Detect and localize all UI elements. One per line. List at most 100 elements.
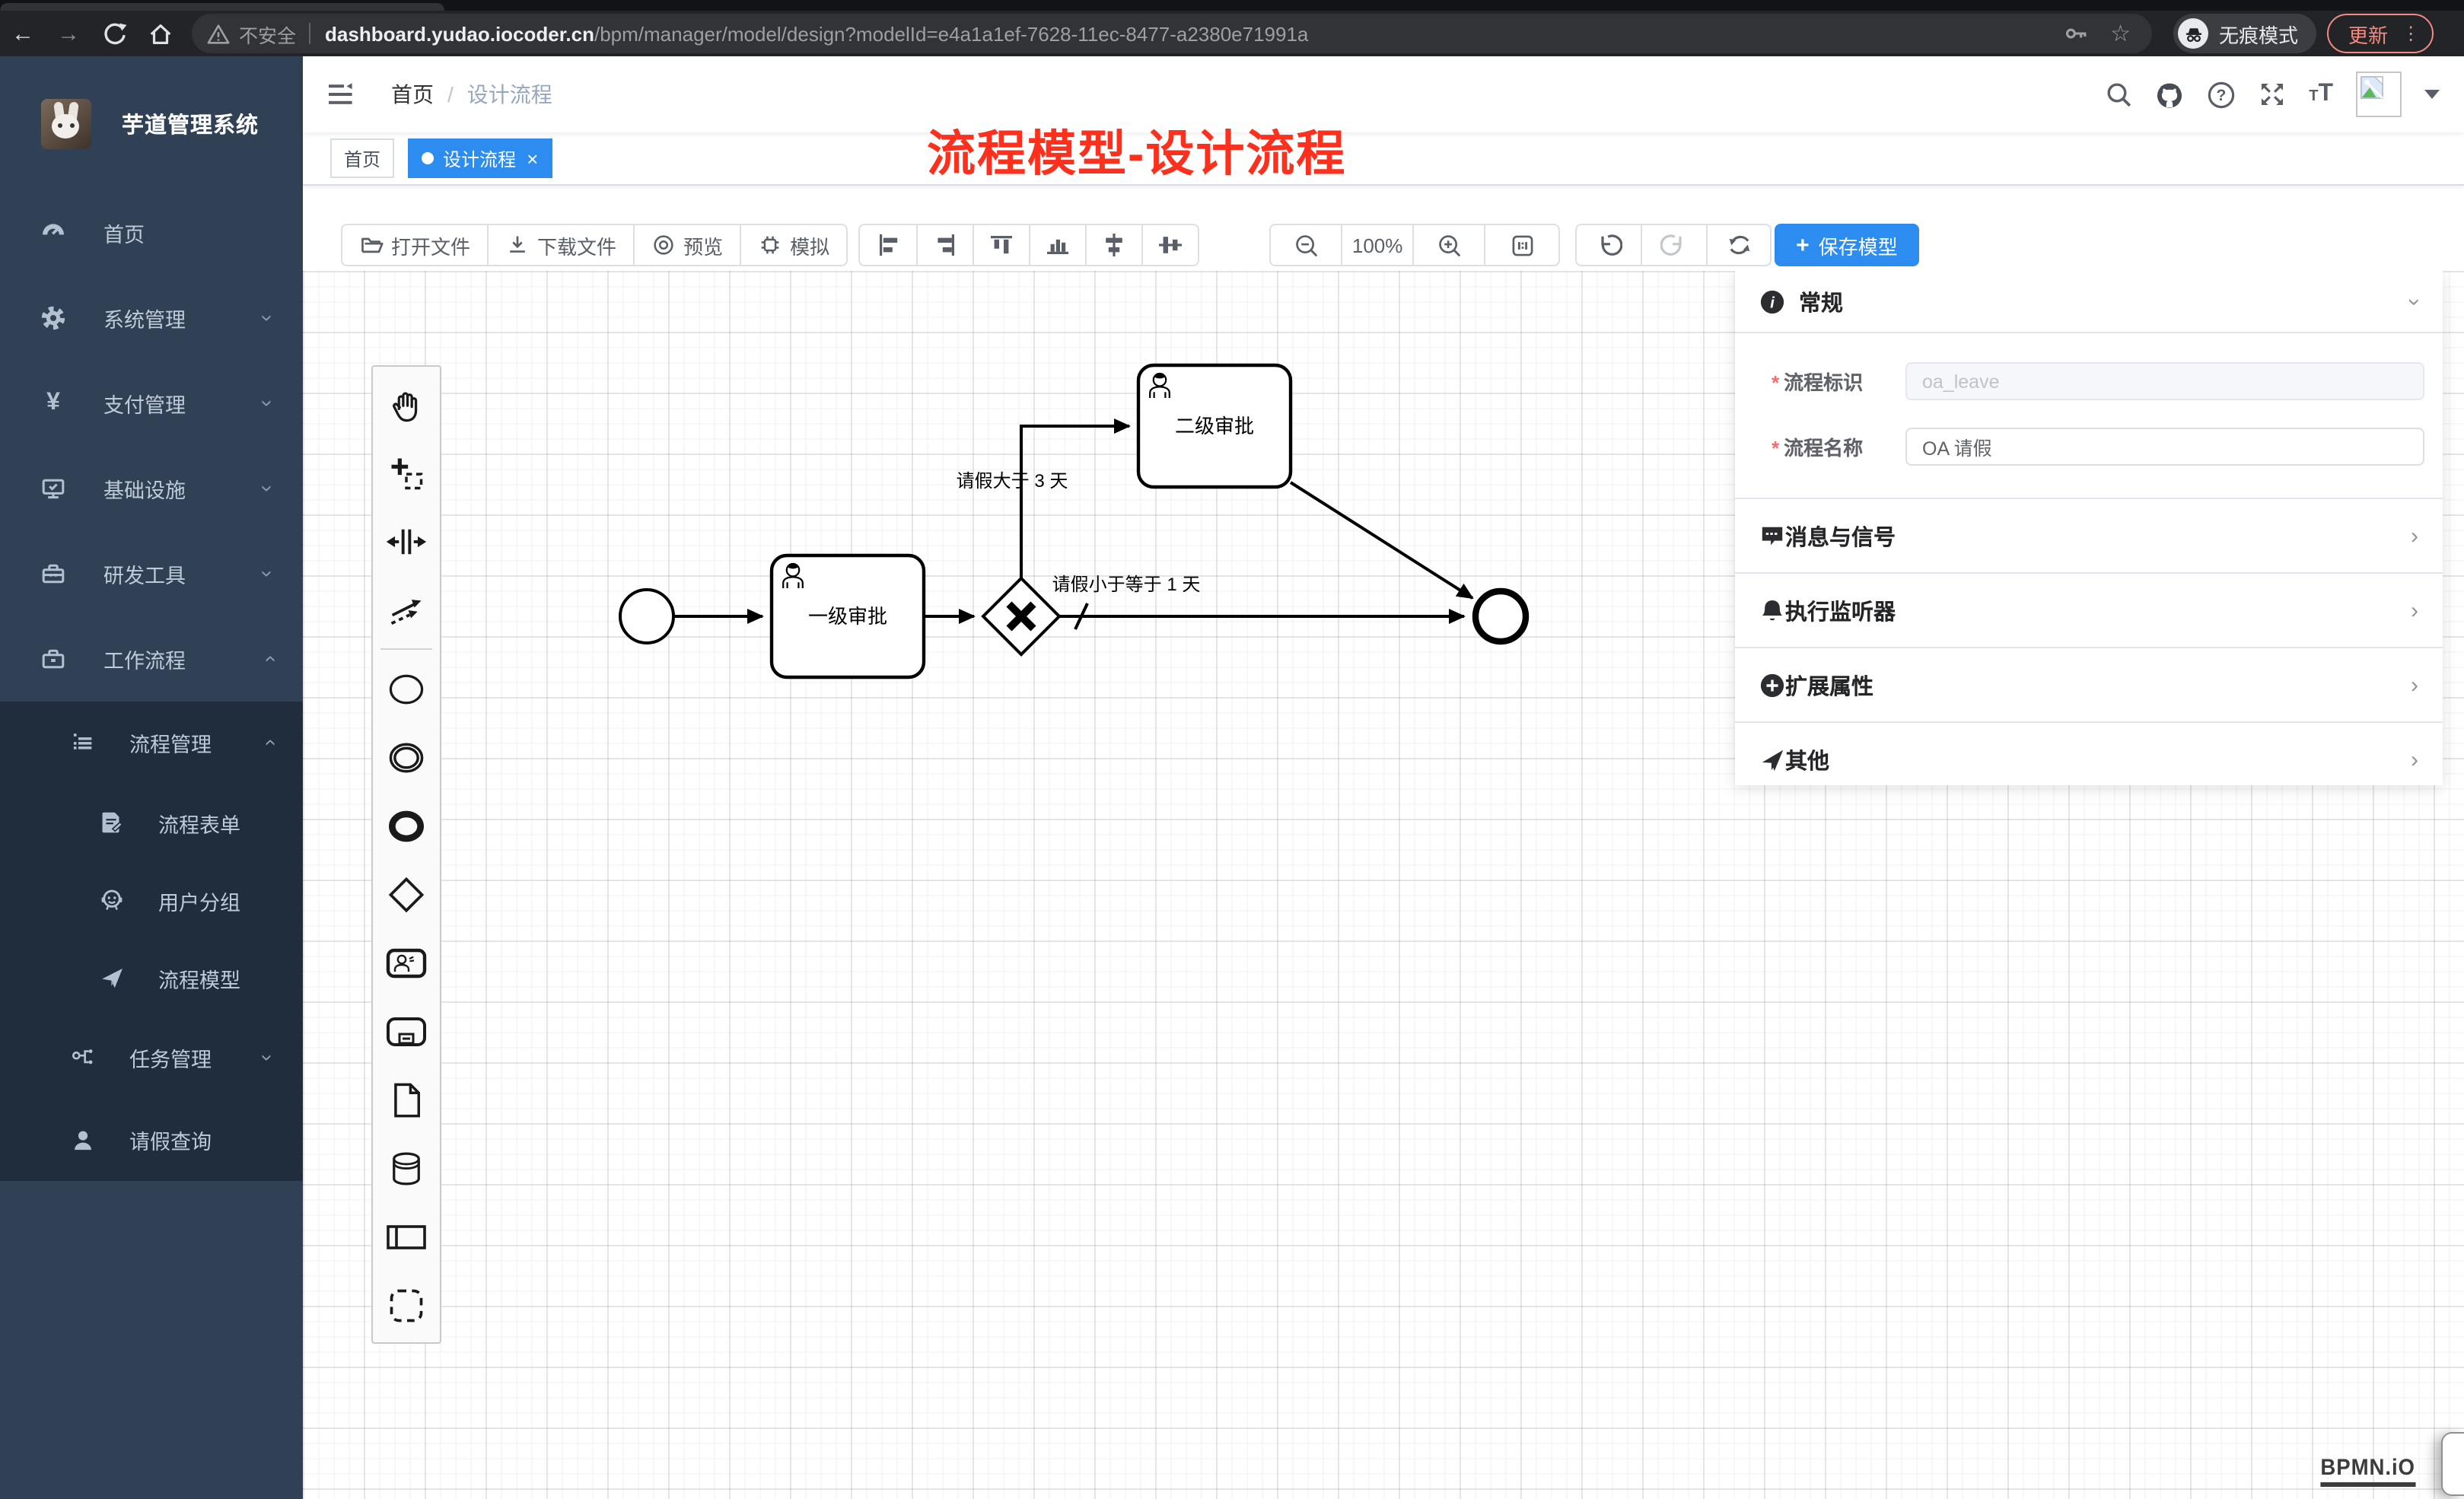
zoom-in-button[interactable] [1412, 225, 1484, 265]
exclusive-gateway-node[interactable] [983, 578, 1059, 654]
flow-gateway-to-task2[interactable] [1021, 426, 1129, 578]
sidebar-item-process-mgmt[interactable]: 流程管理 › [0, 702, 303, 784]
create-subprocess-icon[interactable] [373, 997, 440, 1065]
not-secure-warning-icon [207, 22, 230, 45]
bpmn-io-logo[interactable]: BPMN.iO [2321, 1455, 2416, 1487]
chevron-right-icon: › [2411, 597, 2418, 623]
panel-section-listeners[interactable]: 执行监听器 › [1735, 574, 2443, 647]
task1-label: 一级审批 [808, 605, 887, 628]
sidebar-item-home[interactable]: 首页 [0, 190, 303, 275]
send-icon [1759, 746, 1785, 772]
sidebar-item-task-mgmt[interactable]: 任务管理 › [0, 1017, 303, 1099]
broken-image-icon [2361, 76, 2383, 99]
panel-section-extensions[interactable]: 扩展属性 › [1735, 648, 2443, 721]
avatar-caret-icon[interactable] [2424, 90, 2440, 99]
user-task-2-node[interactable]: 二级审批 [1138, 365, 1291, 487]
sidebar-item-infra[interactable]: 基础设施 › [0, 446, 303, 531]
panel-section-messages[interactable]: 消息与信号 › [1735, 499, 2443, 572]
redo-button[interactable] [1641, 225, 1706, 265]
chevron-up-icon: › [256, 739, 281, 746]
flow-task2-to-end[interactable] [1291, 482, 1472, 598]
create-data-object-icon[interactable] [373, 1065, 440, 1134]
create-intermediate-event-icon[interactable] [373, 723, 440, 791]
user-task-1-node[interactable]: 一级审批 [772, 555, 924, 677]
help-icon[interactable]: ? [2207, 80, 2236, 109]
bookmark-star-icon[interactable]: ☆ [2110, 20, 2131, 47]
tab-close-icon[interactable]: × [527, 148, 538, 168]
tab-home[interactable]: 首页 [330, 138, 394, 178]
sidebar-item-leave-query[interactable]: 请假查询 [0, 1099, 303, 1181]
create-gateway-icon[interactable] [373, 860, 440, 928]
yen-icon: ¥ [40, 390, 67, 417]
open-file-button[interactable]: 打开文件 [342, 225, 487, 265]
start-event-node[interactable] [620, 590, 673, 643]
forward-icon[interactable]: → [46, 21, 91, 46]
avatar[interactable] [2356, 72, 2402, 117]
create-data-store-icon[interactable] [373, 1134, 440, 1202]
font-size-icon[interactable]: TT [2309, 81, 2333, 108]
align-left-button[interactable] [860, 225, 916, 265]
end-event-node[interactable] [1476, 591, 1526, 641]
plus-icon: + [1796, 232, 1810, 258]
create-start-event-icon[interactable] [373, 654, 440, 723]
chevron-down-icon: › [256, 314, 281, 321]
address-bar[interactable]: 不安全 dashboard.yudao.iocoder.cn/bpm/manag… [192, 14, 2152, 53]
sidebar-item-user-group[interactable]: 用户分组 [0, 861, 303, 939]
sidebar-item-process-form[interactable]: 流程表单 [0, 784, 303, 861]
toolbox-icon [40, 560, 67, 587]
create-participant-icon[interactable] [373, 1202, 440, 1271]
tab-design-process[interactable]: 设计流程 × [408, 138, 552, 178]
home-icon[interactable] [137, 21, 183, 46]
github-icon[interactable] [2155, 80, 2184, 109]
save-model-button[interactable]: + 保存模型 [1775, 224, 1919, 266]
undo-button[interactable] [1577, 225, 1641, 265]
chevron-down-icon: › [256, 399, 281, 406]
global-connect-tool-icon[interactable] [373, 575, 440, 644]
breadcrumb-home[interactable]: 首页 [391, 79, 434, 110]
browser-menu-icon[interactable]: ⋮ [2402, 23, 2420, 44]
panel-section-general[interactable]: i 常规 › [1735, 271, 2443, 332]
preview-button[interactable]: 预览 [633, 225, 740, 265]
sidebar-collapse-icon[interactable] [326, 81, 355, 108]
zoom-out-button[interactable] [1271, 225, 1341, 265]
process-key-input[interactable] [1905, 362, 2424, 400]
align-middle-button[interactable] [1141, 225, 1198, 265]
align-center-button[interactable] [1085, 225, 1141, 265]
space-tool-icon[interactable] [373, 507, 440, 575]
create-end-event-icon[interactable] [373, 791, 440, 860]
process-name-input[interactable] [1905, 428, 2424, 466]
sidebar-item-payment[interactable]: ¥ 支付管理 › [0, 361, 303, 446]
simulate-button[interactable]: 模拟 [740, 225, 846, 265]
create-group-icon[interactable] [373, 1271, 440, 1339]
browser-update-button[interactable]: 更新 ⋮ [2327, 14, 2434, 53]
chevron-down-icon: › [256, 1054, 281, 1061]
reset-zoom-button[interactable] [1484, 225, 1558, 265]
paper-plane-icon [97, 964, 125, 991]
back-icon[interactable]: ← [0, 21, 46, 46]
task2-label: 二级审批 [1175, 415, 1254, 438]
download-file-button[interactable]: 下载文件 [487, 225, 633, 265]
align-top-button[interactable] [973, 225, 1029, 265]
panel-section-other[interactable]: 其他 › [1735, 723, 2443, 796]
sidebar: 芋道管理系统 首页 系统管理 › ¥ 支付管理 › 基 [0, 56, 303, 1499]
create-user-task-icon[interactable] [373, 928, 440, 997]
app-logo-row[interactable]: 芋道管理系统 [0, 56, 303, 190]
sidebar-item-process-model[interactable]: 流程模型 [0, 939, 303, 1017]
lasso-tool-icon[interactable] [373, 438, 440, 507]
restart-button[interactable] [1706, 225, 1770, 265]
sidebar-item-system[interactable]: 系统管理 › [0, 275, 303, 361]
reload-icon[interactable] [91, 21, 137, 46]
search-icon[interactable] [2105, 81, 2132, 108]
key-icon[interactable] [2063, 21, 2089, 46]
list-icon [68, 729, 96, 756]
align-right-button[interactable] [916, 225, 973, 265]
sidebar-item-devtools[interactable]: 研发工具 › [0, 531, 303, 616]
folder-open-icon [359, 233, 384, 257]
tags-view-bar: 首页 设计流程 × [303, 132, 2464, 186]
bpmn-canvas[interactable]: 一级审批 二级审批 请假大于 3 天 [303, 271, 2464, 1499]
sidebar-item-workflow[interactable]: 工作流程 › [0, 616, 303, 702]
browser-tab[interactable] [0, 3, 444, 11]
hand-tool-icon[interactable] [373, 370, 440, 438]
align-bottom-button[interactable] [1029, 225, 1085, 265]
fullscreen-icon[interactable] [2259, 81, 2286, 108]
